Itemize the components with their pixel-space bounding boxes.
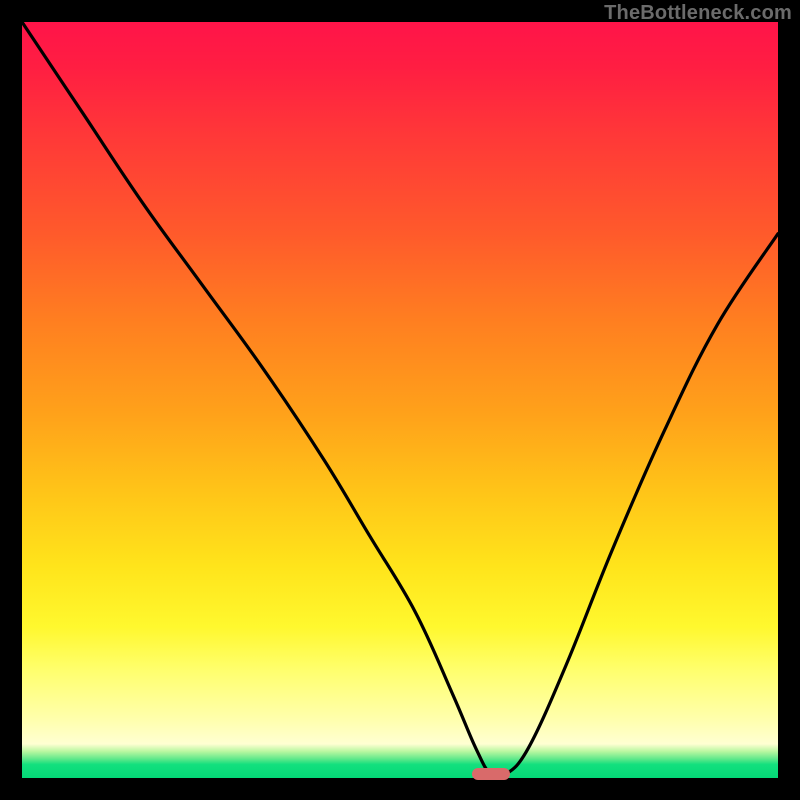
chart-frame: TheBottleneck.com bbox=[0, 0, 800, 800]
curve-path bbox=[22, 22, 778, 778]
optimal-marker bbox=[472, 768, 510, 780]
attribution-text: TheBottleneck.com bbox=[604, 2, 792, 25]
plot-area bbox=[22, 22, 778, 778]
bottleneck-curve bbox=[22, 22, 778, 778]
